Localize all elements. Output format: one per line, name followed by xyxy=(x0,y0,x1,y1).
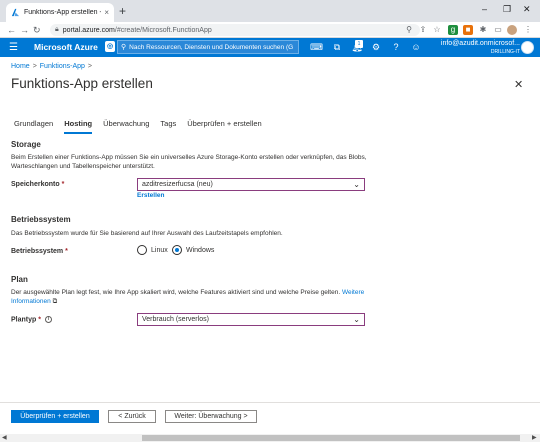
hamburger-menu-icon[interactable]: ☰ xyxy=(9,42,18,53)
radio-windows-label: Windows xyxy=(186,246,215,254)
new-tab-button[interactable]: + xyxy=(119,4,126,18)
browser-tab-bar: Funktions-App erstellen - Micros × + – ❐… xyxy=(0,0,540,22)
extensions-puzzle-icon[interactable]: ✱ xyxy=(478,25,488,35)
storage-account-value: azditresizerfucsa (neu) xyxy=(142,181,213,188)
os-label-text: Betriebssystem xyxy=(11,248,64,255)
plan-description: Der ausgewählte Plan legt fest, wie Ihre… xyxy=(11,288,371,306)
chevron-down-icon: ⌄ xyxy=(353,180,360,189)
azure-favicon-icon xyxy=(11,8,20,17)
directory-filter-icon[interactable]: ⧉ xyxy=(331,42,343,53)
storage-account-label-text: Speicherkonto xyxy=(11,181,60,188)
plan-type-label-text: Plantyp xyxy=(11,316,37,324)
info-icon[interactable]: i xyxy=(44,316,52,323)
plan-heading: Plan xyxy=(11,275,28,284)
notification-count-badge: 1 xyxy=(355,40,363,48)
zoom-icon[interactable]: ⚲ xyxy=(404,25,414,35)
azure-search-placeholder: Nach Ressourcen, Diensten und Dokumenten… xyxy=(129,43,294,51)
radio-linux-label: Linux xyxy=(151,246,168,254)
chevron-down-icon: ⌄ xyxy=(353,315,360,324)
breadcrumb: Home > Funktions-App > xyxy=(11,63,95,70)
tab-close-icon[interactable]: × xyxy=(104,8,109,17)
back-arrow-icon[interactable]: ← xyxy=(7,24,16,36)
radio-windows[interactable]: Windows xyxy=(172,245,214,255)
bookmark-star-icon[interactable]: ☆ xyxy=(432,25,442,35)
review-create-button[interactable]: Überprüfen + erstellen xyxy=(11,410,99,423)
browser-tab[interactable]: Funktions-App erstellen - Micros × xyxy=(6,3,114,22)
horizontal-scrollbar[interactable]: ◀ ▶ xyxy=(0,434,540,442)
os-label: Betriebssystem * xyxy=(11,248,68,255)
scrollbar-thumb[interactable] xyxy=(142,435,520,441)
plan-type-label: Plantyp * i xyxy=(11,316,52,323)
create-storage-link[interactable]: Erstellen xyxy=(137,192,164,199)
azure-search-input[interactable]: ⚲ Nach Ressourcen, Diensten und Dokument… xyxy=(117,40,299,54)
scroll-right-icon[interactable]: ▶ xyxy=(532,434,537,442)
tab-ueberwachung[interactable]: Überwachung xyxy=(103,119,149,134)
required-mark: * xyxy=(38,316,41,324)
window-close-icon[interactable]: ✕ xyxy=(523,2,531,16)
help-icon[interactable]: ? xyxy=(390,42,402,53)
required-mark: * xyxy=(61,181,65,188)
tab-grundlagen[interactable]: Grundlagen xyxy=(14,119,53,134)
scroll-left-icon[interactable]: ◀ xyxy=(2,434,7,442)
copilot-icon[interactable]: ◎ xyxy=(105,41,115,52)
account-info[interactable]: info@azudit.onmicrosof... DRILLING-IT xyxy=(438,40,520,56)
tab-hosting[interactable]: Hosting xyxy=(64,119,93,134)
search-icon: ⚲ xyxy=(121,44,127,51)
external-link-icon: ⧉ xyxy=(52,298,58,305)
next-monitoring-button[interactable]: Weiter: Überwachung > xyxy=(165,410,257,423)
close-icon[interactable]: ✕ xyxy=(514,78,523,91)
os-description: Das Betriebssystem wurde für Sie basiere… xyxy=(11,230,283,237)
os-heading: Betriebssystem xyxy=(11,215,71,224)
radio-linux-circle[interactable] xyxy=(137,245,147,255)
avatar[interactable] xyxy=(521,41,534,54)
page-title: Funktions-App erstellen xyxy=(11,76,153,91)
wizard-tabs: Grundlagen Hosting Überwachung Tags Über… xyxy=(14,119,273,134)
browser-menu-icon[interactable]: ⋮ xyxy=(523,25,533,35)
reading-list-icon[interactable]: ▭ xyxy=(493,25,503,35)
storage-account-dropdown[interactable]: azditresizerfucsa (neu) ⌄ xyxy=(137,178,365,191)
settings-gear-icon[interactable]: ⚙ xyxy=(370,42,382,53)
azure-brand[interactable]: Microsoft Azure xyxy=(34,42,98,53)
share-icon[interactable]: ⇪ xyxy=(418,25,428,35)
storage-heading: Storage xyxy=(11,140,41,149)
storage-description: Beim Erstellen einer Funktions-App müsse… xyxy=(11,154,367,170)
reload-icon[interactable]: ↻ xyxy=(33,24,41,36)
radio-windows-circle[interactable] xyxy=(172,245,182,255)
forward-arrow-icon[interactable]: → xyxy=(20,24,29,36)
cloud-shell-icon[interactable]: ⌨ xyxy=(310,42,323,53)
back-button[interactable]: < Zurück xyxy=(108,410,156,423)
account-email: info@azudit.onmicrosof... xyxy=(440,40,520,47)
breadcrumb-home[interactable]: Home xyxy=(11,63,30,70)
footer-divider xyxy=(0,402,540,403)
profile-avatar-icon[interactable] xyxy=(507,25,517,35)
feedback-icon[interactable]: ☺ xyxy=(410,42,422,53)
breadcrumb-functionapp[interactable]: Funktions-App xyxy=(40,63,85,70)
tab-tags[interactable]: Tags xyxy=(160,119,176,134)
url-field[interactable]: 🔒︎ portal.azure.com/#create/Microsoft.Fu… xyxy=(50,24,420,36)
required-mark: * xyxy=(65,248,68,255)
account-org: DRILLING-IT xyxy=(490,49,520,55)
plan-type-value: Verbrauch (serverlos) xyxy=(142,316,209,323)
lock-icon: 🔒︎ xyxy=(55,26,59,33)
azure-top-bar: ☰ Microsoft Azure ◎ ⚲ Nach Ressourcen, D… xyxy=(0,38,540,57)
plan-type-dropdown[interactable]: Verbrauch (serverlos) ⌄ xyxy=(137,313,365,326)
browser-tab-title: Funktions-App erstellen - Micros xyxy=(24,9,101,16)
extension-icon[interactable]: g xyxy=(448,25,458,35)
breadcrumb-separator: > xyxy=(32,63,37,70)
url-domain: portal.azure.com xyxy=(62,26,115,34)
plan-description-text: Der ausgewählte Plan legt fest, wie Ihre… xyxy=(11,289,341,296)
minimize-icon[interactable]: – xyxy=(482,2,487,16)
tab-review-create[interactable]: Überprüfen + erstellen xyxy=(187,119,261,134)
maximize-icon[interactable]: ❐ xyxy=(503,2,511,16)
url-path: /#create/Microsoft.FunctionApp xyxy=(114,26,212,34)
extension-icon-2[interactable]: ■ xyxy=(463,25,473,35)
storage-account-label: Speicherkonto * xyxy=(11,181,64,188)
radio-linux[interactable]: Linux xyxy=(137,245,168,255)
address-bar-row: ← → ↻ 🔒︎ portal.azure.com/#create/Micros… xyxy=(0,22,540,38)
breadcrumb-separator-2: > xyxy=(87,63,93,70)
